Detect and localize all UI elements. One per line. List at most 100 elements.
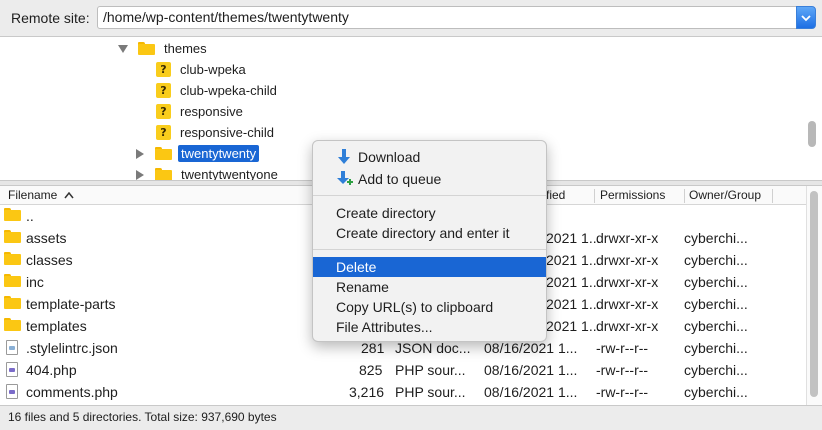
folder-icon (4, 208, 21, 221)
file-permissions: -rw-r--r-- (596, 384, 649, 400)
status-bar: 16 files and 5 directories. Total size: … (0, 405, 822, 430)
file-type: PHP sour... (395, 362, 466, 378)
tree-item-themes[interactable]: themes (116, 38, 210, 59)
folder-icon (4, 296, 21, 309)
collapsed-arrow-icon[interactable] (133, 147, 147, 161)
remote-site-dropdown-button[interactable] (796, 6, 816, 29)
add-to-queue-icon (337, 171, 353, 185)
expand-arrow-icon[interactable] (116, 42, 130, 56)
file-owner: cyberchi... (684, 318, 748, 334)
unknown-folder-icon: ? (156, 104, 171, 119)
tree-item-label: twentytwentyone (181, 167, 278, 180)
file-name: 404.php (26, 362, 77, 378)
file-modified: 2021 1... (546, 274, 601, 290)
file-owner: cyberchi... (684, 230, 748, 246)
file-owner: cyberchi... (684, 340, 748, 356)
file-modified: 2021 1... (546, 230, 601, 246)
file-modified: 2021 1... (546, 318, 601, 334)
sort-ascending-icon (64, 191, 74, 199)
folder-icon (4, 274, 21, 287)
tree-item-label: club-wpeka-child (180, 83, 277, 98)
file-name: templates (26, 318, 87, 334)
file-size: 281 (361, 340, 385, 356)
file-permissions: -rw-r--r-- (596, 340, 649, 356)
file-permissions: drwxr-xr-x (596, 274, 659, 290)
file-name: template-parts (26, 296, 116, 312)
file-modified: 2021 1... (546, 252, 601, 268)
tree-item-responsive[interactable]: ? responsive (156, 101, 246, 122)
context-menu: Download Add to queue Create directory C… (312, 140, 547, 342)
file-owner: cyberchi... (684, 384, 748, 400)
file-modified: 2021 1... (546, 296, 601, 312)
folder-icon (155, 168, 172, 180)
file-type: PHP sour... (395, 384, 466, 400)
column-divider[interactable] (684, 189, 685, 203)
menu-separator (313, 195, 546, 196)
folder-icon (138, 42, 155, 55)
unknown-folder-icon: ? (156, 62, 171, 77)
folder-icon (4, 252, 21, 265)
file-owner: cyberchi... (684, 296, 748, 312)
unknown-folder-icon: ? (156, 83, 171, 98)
download-arrow-icon (338, 149, 350, 164)
menu-item-create-directory[interactable]: Create directory (313, 203, 546, 223)
unknown-folder-icon: ? (156, 125, 171, 140)
file-modified: 08/16/2021 1... (484, 384, 578, 400)
file-name: comments.php (26, 384, 118, 400)
file-permissions: drwxr-xr-x (596, 296, 659, 312)
tree-item-club-wpeka[interactable]: ? club-wpeka (156, 59, 249, 80)
file-name: classes (26, 252, 73, 268)
tree-scrollbar[interactable] (808, 121, 816, 147)
menu-item-create-directory-and-enter[interactable]: Create directory and enter it (313, 223, 546, 243)
column-divider[interactable] (772, 189, 773, 203)
php-file-icon (6, 362, 18, 377)
remote-site-label: Remote site: (11, 10, 90, 26)
menu-item-copy-url[interactable]: Copy URL(s) to clipboard (313, 297, 546, 317)
folder-icon (4, 230, 21, 243)
folder-icon (4, 318, 21, 331)
tree-item-responsive-child[interactable]: ? responsive-child (156, 122, 277, 143)
remote-site-path-input[interactable]: /home/wp-content/themes/twentytwenty (97, 6, 797, 29)
tree-item-twentytwenty[interactable]: twentytwenty (133, 143, 260, 164)
file-row[interactable]: comments.php 3,216 PHP sour... 08/16/202… (0, 381, 806, 403)
php-file-icon (6, 384, 18, 399)
collapsed-arrow-icon[interactable] (133, 168, 147, 181)
file-list-scrollbar[interactable] (810, 191, 818, 397)
menu-item-rename[interactable]: Rename (313, 277, 546, 297)
file-modified: 08/16/2021 1... (484, 362, 578, 378)
column-owner-group[interactable]: Owner/Group (689, 188, 761, 202)
tree-item-label: club-wpeka (180, 62, 246, 77)
tree-item-label: responsive (180, 104, 243, 119)
column-filename[interactable]: Filename (8, 188, 74, 202)
tree-item-twentytwentyone[interactable]: twentytwentyone (133, 164, 281, 180)
file-owner: cyberchi... (684, 362, 748, 378)
column-divider[interactable] (594, 189, 595, 203)
remote-site-bar: Remote site: /home/wp-content/themes/twe… (0, 0, 822, 36)
file-permissions: -rw-r--r-- (596, 362, 649, 378)
file-permissions: drwxr-xr-x (596, 230, 659, 246)
file-name: inc (26, 274, 44, 290)
menu-item-file-attributes[interactable]: File Attributes... (313, 317, 546, 337)
column-last-modified[interactable]: fied (546, 188, 565, 202)
menu-separator (313, 249, 546, 250)
tree-item-label: themes (164, 41, 207, 56)
tree-item-label: twentytwenty (178, 145, 260, 162)
menu-item-add-to-queue[interactable]: Add to queue (313, 169, 546, 189)
menu-item-delete[interactable]: Delete (313, 257, 546, 277)
chevron-down-icon (801, 15, 811, 22)
file-size: 825 (359, 362, 383, 378)
file-name: .stylelintrc.json (26, 340, 118, 356)
tree-item-label: responsive-child (180, 125, 274, 140)
file-type: JSON doc... (395, 340, 471, 356)
file-permissions: drwxr-xr-x (596, 252, 659, 268)
file-modified: 08/16/2021 1... (484, 340, 578, 356)
tree-item-club-wpeka-child[interactable]: ? club-wpeka-child (156, 80, 280, 101)
column-permissions[interactable]: Permissions (600, 188, 665, 202)
file-owner: cyberchi... (684, 274, 748, 290)
status-summary: 16 files and 5 directories. Total size: … (8, 410, 277, 424)
json-file-icon (6, 340, 18, 355)
file-row[interactable]: 404.php 825 PHP sour... 08/16/2021 1... … (0, 359, 806, 381)
file-owner: cyberchi... (684, 252, 748, 268)
file-permissions: drwxr-xr-x (596, 318, 659, 334)
menu-item-download[interactable]: Download (313, 147, 546, 167)
